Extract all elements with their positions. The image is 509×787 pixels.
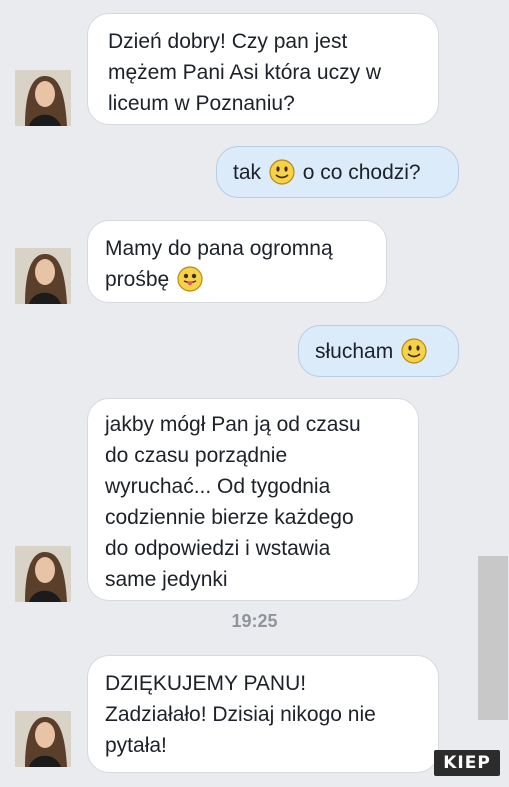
contact-avatar[interactable] (15, 248, 71, 304)
chat-thread: Dzień dobry! Czy pan jest mężem Pani Asi… (0, 0, 509, 787)
tongue-emoji-icon (177, 266, 203, 292)
smile-emoji-icon (269, 159, 295, 185)
message-line: prośbę (105, 268, 170, 291)
message-line: pytała! (105, 734, 167, 757)
avatar-photo-icon (15, 546, 71, 602)
message-text: o co chodzi? (302, 161, 421, 184)
message-line: liceum w Poznaniu? (108, 92, 295, 115)
message-text: słucham (315, 340, 394, 363)
avatar-photo-icon (15, 711, 71, 767)
message-line: wyruchać... Od tygodnia (105, 475, 331, 498)
message-line: codziennie bierze każdego (105, 506, 354, 529)
message-text: tak (233, 161, 262, 184)
message-line: do odpowiedzi i wstawia (105, 537, 331, 560)
message-bubble-incoming[interactable]: Dzień dobry! Czy pan jest mężem Pani Asi… (87, 13, 439, 125)
message-line: DZIĘKUJEMY PANU! (105, 672, 307, 695)
message-line: Mamy do pana ogromną (105, 237, 333, 260)
message-bubble-outgoing[interactable]: słucham (298, 325, 459, 377)
contact-avatar[interactable] (15, 711, 71, 767)
message-line: mężem Pani Asi która uczy w (108, 61, 382, 84)
message-line: Dzień dobry! Czy pan jest (108, 30, 348, 53)
watermark-logo: KIEP (434, 750, 500, 776)
message-line: jakby mógł Pan ją od czasu (105, 413, 361, 436)
message-line: do czasu porządnie (105, 444, 288, 467)
message-timestamp: 19:25 (231, 611, 278, 631)
contact-avatar[interactable] (15, 70, 71, 126)
smile-emoji-icon (401, 338, 427, 364)
avatar-photo-icon (15, 248, 71, 304)
message-bubble-outgoing[interactable]: tak o co chodzi? (216, 146, 459, 198)
message-line: Zadziałało! Dzisiaj nikogo nie (105, 703, 376, 726)
message-bubble-incoming[interactable]: DZIĘKUJEMY PANU! Zadziałało! Dzisiaj nik… (87, 655, 439, 773)
message-bubble-incoming[interactable]: jakby mógł Pan ją od czasu do czasu porz… (87, 398, 419, 601)
message-line: same jedynki (105, 568, 228, 591)
message-bubble-incoming[interactable]: Mamy do pana ogromną prośbę (87, 220, 387, 303)
scrollbar-thumb[interactable] (478, 556, 508, 720)
avatar-photo-icon (15, 70, 71, 126)
contact-avatar[interactable] (15, 546, 71, 602)
